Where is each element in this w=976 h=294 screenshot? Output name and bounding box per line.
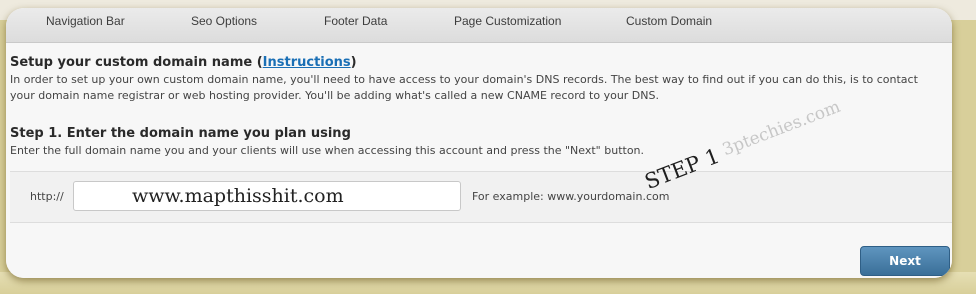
tab-custom-domain[interactable]: Custom Domain	[626, 14, 712, 28]
tab-footer-data[interactable]: Footer Data	[324, 14, 387, 28]
setup-heading-close: )	[350, 55, 357, 70]
instructions-link[interactable]: Instructions	[263, 55, 351, 70]
setup-heading: Setup your custom domain name (Instructi…	[10, 55, 357, 70]
custom-domain-content: Setup your custom domain name (Instructi…	[6, 43, 952, 278]
tab-bar: Navigation Bar Seo Options Footer Data P…	[6, 8, 952, 43]
tab-page-customization[interactable]: Page Customization	[454, 14, 561, 28]
setup-description: In order to set up your own custom domai…	[10, 73, 918, 102]
tab-seo-options[interactable]: Seo Options	[191, 14, 257, 28]
domain-input-row: http:// For example: www.yourdomain.com	[10, 171, 952, 223]
domain-example-hint: For example: www.yourdomain.com	[472, 190, 670, 203]
settings-panel: Navigation Bar Seo Options Footer Data P…	[6, 8, 952, 278]
domain-name-input[interactable]	[73, 181, 461, 211]
step1-description: Enter the full domain name you and your …	[10, 144, 645, 157]
tab-navigation-bar[interactable]: Navigation Bar	[46, 14, 125, 28]
next-button[interactable]: Next	[860, 246, 950, 276]
step1-heading: Step 1. Enter the domain name you plan u…	[10, 126, 351, 141]
http-prefix-label: http://	[30, 190, 64, 203]
setup-heading-text: Setup your custom domain name (	[10, 55, 263, 70]
